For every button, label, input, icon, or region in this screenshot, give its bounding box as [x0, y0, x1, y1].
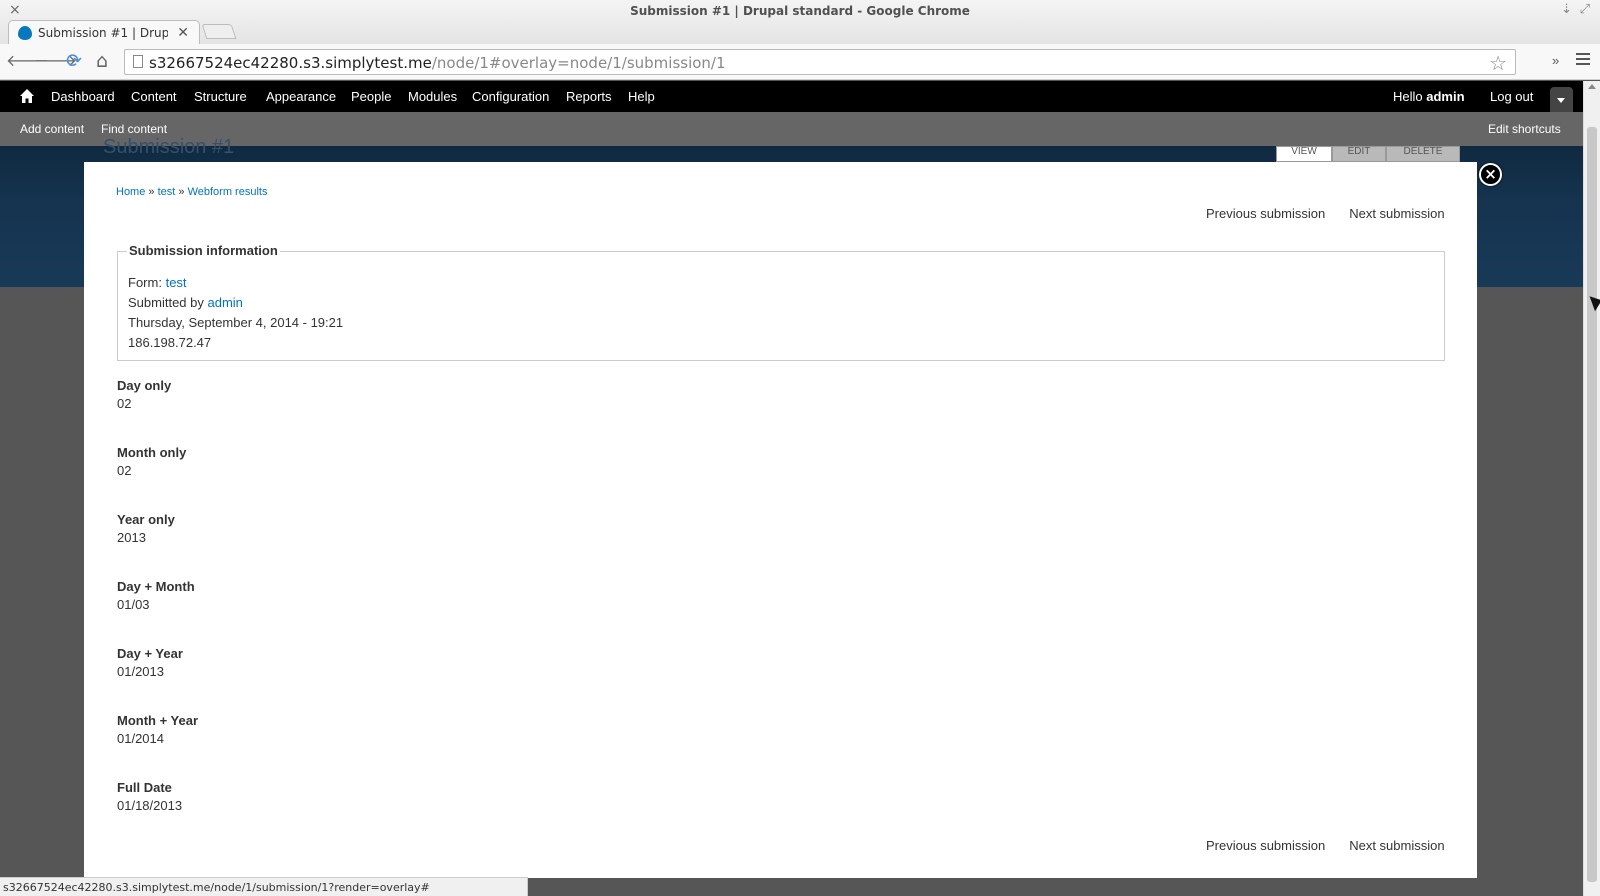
submission-info-legend: Submission information — [127, 243, 280, 258]
breadcrumb-separator: » — [148, 186, 155, 198]
logout-link[interactable]: Log out — [1490, 89, 1533, 104]
status-bar: s32667524ec42280.s3.simplytest.me/node/1… — [0, 877, 528, 896]
page-icon — [133, 55, 143, 68]
edit-shortcuts-link[interactable]: Edit shortcuts — [1488, 122, 1561, 136]
home-icon[interactable]: ⌂ — [92, 51, 112, 71]
breadcrumb-test[interactable]: test — [158, 186, 176, 198]
field-day-only: Day only 02 — [117, 378, 171, 411]
url-text[interactable]: s32667524ec42280.s3.simplytest.me/node/1… — [149, 54, 726, 72]
drupal-admin-toolbar: Dashboard Content Structure Appearance P… — [0, 81, 1583, 112]
url-path: /node/1#overlay=node/1/submission/1 — [431, 54, 726, 72]
info-submitted-line: Submitted by admin — [128, 293, 343, 313]
tab-title: Submission #1 | Drupal s — [38, 26, 168, 40]
previous-submission-link[interactable]: Previous submission — [1206, 206, 1325, 221]
back-arrow-icon[interactable]: 🡐 — [6, 51, 49, 71]
tab-view[interactable]: VIEW — [1276, 146, 1332, 162]
form-link[interactable]: test — [166, 275, 187, 290]
reload-icon[interactable]: ⟳ — [64, 51, 84, 71]
toolbar-people-link[interactable]: People — [351, 89, 391, 104]
submission-pager-top: Previous submission Next submission — [1206, 206, 1445, 221]
hello-user-text: Hello admin — [1393, 89, 1465, 104]
next-submission-link[interactable]: Next submission — [1349, 838, 1444, 853]
field-value: 01/03 — [117, 597, 150, 612]
new-tab-button[interactable] — [201, 24, 237, 39]
submitted-label: Submitted by — [128, 295, 204, 310]
tab-close-icon[interactable]: ✕ — [177, 24, 189, 41]
field-full-date: Full Date 01/18/2013 — [117, 780, 182, 813]
overlay-content: Home » test » Webform results Previous s… — [84, 162, 1477, 878]
window-minimize-icon[interactable]: ⇣ — [1561, 2, 1572, 17]
browser-toolbar: 🡐 🡒 ⟳ ⌂ s32667524ec42280.s3.simplytest.m… — [0, 44, 1600, 80]
scrollbar-thumb[interactable] — [1587, 127, 1597, 882]
background-tabs: VIEW EDIT DELETE — [1276, 146, 1460, 162]
info-date: Thursday, September 4, 2014 - 19:21 — [128, 315, 344, 330]
hello-username-link[interactable]: admin — [1426, 89, 1464, 104]
field-label: Day + Month — [117, 579, 195, 594]
page-scrollbar[interactable] — [1583, 81, 1600, 896]
field-day-year: Day + Year 01/2013 — [117, 646, 183, 679]
extensions-chevron-icon[interactable]: » — [1552, 53, 1559, 68]
field-label: Day only — [117, 378, 172, 393]
toolbar-modules-link[interactable]: Modules — [408, 89, 457, 104]
field-value: 01/18/2013 — [117, 798, 183, 813]
field-label: Month only — [117, 445, 187, 460]
field-month-year: Month + Year 01/2014 — [117, 713, 198, 746]
field-value: 02 — [117, 463, 132, 478]
toolbar-content-link[interactable]: Content — [131, 89, 177, 104]
browser-tab-active[interactable]: Submission #1 | Drupal s ✕ — [8, 20, 200, 45]
field-day-month: Day + Month 01/03 — [117, 579, 195, 612]
toolbar-appearance-link[interactable]: Appearance — [266, 89, 336, 104]
window-title: Submission #1 | Drupal standard - Google… — [630, 4, 970, 18]
form-label: Form: — [128, 275, 162, 290]
submission-info-lines: Form: test Submitted by admin Thursday, … — [128, 273, 343, 353]
breadcrumb: Home » test » Webform results — [116, 186, 267, 198]
submission-pager-bottom: Previous submission Next submission — [1206, 838, 1445, 853]
next-submission-link[interactable]: Next submission — [1349, 206, 1444, 221]
background-page-title: Submission #1 — [103, 136, 235, 158]
field-value: 2013 — [117, 530, 146, 545]
address-bar[interactable]: s32667524ec42280.s3.simplytest.me/node/1… — [124, 49, 1516, 75]
field-value: 02 — [117, 396, 132, 411]
drupal-favicon-icon — [18, 26, 32, 40]
tab-delete[interactable]: DELETE — [1386, 146, 1460, 162]
bookmark-star-icon[interactable]: ☆ — [1489, 51, 1507, 76]
tab-edit[interactable]: EDIT — [1332, 146, 1386, 162]
scroll-up-arrow-icon[interactable] — [1588, 84, 1596, 89]
field-value: 01/2014 — [117, 731, 164, 746]
breadcrumb-home[interactable]: Home — [116, 186, 145, 198]
close-overlay-icon[interactable]: × — [1479, 163, 1502, 186]
field-value: 01/2013 — [117, 664, 164, 679]
toolbar-dashboard-link[interactable]: Dashboard — [51, 89, 115, 104]
info-ip: 186.198.72.47 — [128, 335, 212, 350]
info-form-line: Form: test — [128, 273, 343, 293]
status-url: s32667524ec42280.s3.simplytest.me/node/1… — [3, 881, 430, 894]
toolbar-configuration-link[interactable]: Configuration — [472, 89, 549, 104]
forward-arrow-icon[interactable]: 🡒 — [34, 51, 77, 71]
hello-prefix: Hello — [1393, 89, 1427, 104]
field-label: Year only — [117, 512, 175, 527]
field-label: Full Date — [117, 780, 172, 795]
shortcuts-drawer-toggle[interactable] — [1550, 87, 1573, 112]
home-icon[interactable] — [20, 88, 34, 104]
submission-info-fieldset: Submission information Form: test Submit… — [117, 243, 1445, 361]
toolbar-structure-link[interactable]: Structure — [194, 89, 247, 104]
field-label: Day + Year — [117, 646, 183, 661]
shortcut-find-content[interactable]: Find content — [101, 122, 167, 136]
field-label: Month + Year — [117, 713, 199, 728]
previous-submission-link[interactable]: Previous submission — [1206, 838, 1325, 853]
toolbar-reports-link[interactable]: Reports — [566, 89, 612, 104]
url-host: s32667524ec42280.s3.simplytest.me — [149, 54, 432, 72]
shortcut-bar: Add content Find content Edit shortcuts — [0, 112, 1583, 146]
submitted-user-link[interactable]: admin — [208, 295, 243, 310]
chrome-menu-icon[interactable] — [1576, 53, 1590, 68]
breadcrumb-separator: » — [178, 186, 185, 198]
toolbar-help-link[interactable]: Help — [628, 89, 655, 104]
browser-titlebar: × Submission #1 | Drupal standard - Goog… — [0, 0, 1600, 45]
shortcut-add-content[interactable]: Add content — [20, 122, 84, 136]
field-month-only: Month only 02 — [117, 445, 186, 478]
window-maximize-icon[interactable]: ⤢ — [1580, 2, 1590, 17]
breadcrumb-webform-results[interactable]: Webform results — [188, 186, 268, 198]
field-year-only: Year only 2013 — [117, 512, 175, 545]
